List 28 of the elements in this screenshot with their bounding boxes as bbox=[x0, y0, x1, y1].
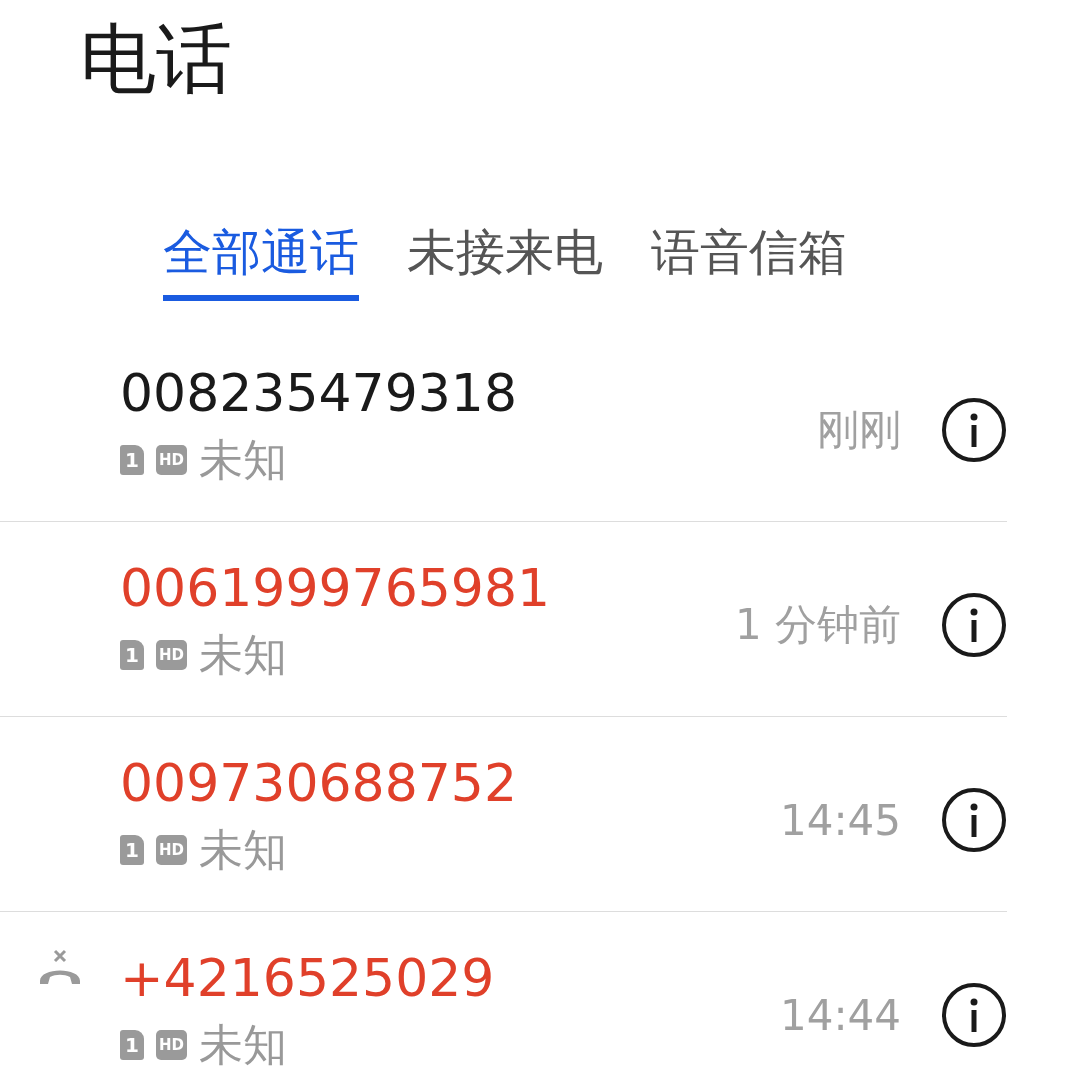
sim-badge: 1 bbox=[120, 1030, 144, 1060]
tab[interactable]: 全部通话 bbox=[163, 225, 359, 301]
location-label: 未知 bbox=[199, 1019, 287, 1071]
hd-badge: HD bbox=[156, 445, 187, 475]
page-title: 电话 bbox=[79, 13, 233, 105]
tab[interactable]: 语音信箱 bbox=[651, 225, 847, 301]
hd-badge: HD bbox=[156, 1030, 187, 1060]
sim-badge: 1 bbox=[120, 835, 144, 865]
phone-number: 009730688752 bbox=[120, 752, 518, 814]
sim-badge: 1 bbox=[120, 445, 144, 475]
info-icon[interactable] bbox=[941, 787, 1007, 853]
call-time: 14:45 bbox=[779, 795, 901, 845]
location-label: 未知 bbox=[199, 824, 287, 876]
phone-number: 0061999765981 bbox=[120, 557, 552, 619]
info-icon[interactable] bbox=[941, 982, 1007, 1048]
call-time: 1 分钟前 bbox=[734, 599, 901, 651]
phone-number: 008235479318 bbox=[120, 362, 518, 424]
call-time: 14:44 bbox=[779, 990, 901, 1040]
info-icon[interactable] bbox=[941, 592, 1007, 658]
location-label: 未知 bbox=[199, 629, 287, 681]
hd-badge: HD bbox=[156, 835, 187, 865]
phone-number: +4216525029 bbox=[120, 947, 496, 1009]
info-icon[interactable] bbox=[941, 397, 1007, 463]
sim-badge: 1 bbox=[120, 640, 144, 670]
tab[interactable]: 未接来电 bbox=[407, 225, 603, 301]
location-label: 未知 bbox=[199, 434, 287, 486]
hd-badge: HD bbox=[156, 640, 187, 670]
call-time: 刚刚 bbox=[817, 404, 901, 456]
